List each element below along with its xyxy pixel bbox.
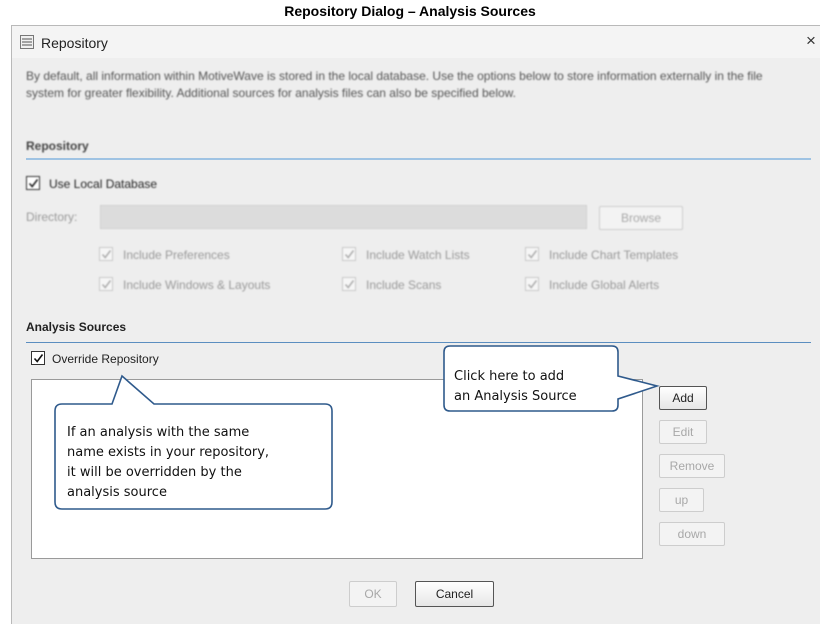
override-hint-line-4: analysis source: [67, 485, 167, 500]
override-hint-line-3: it will be overridden by the: [67, 465, 242, 480]
override-hint-line-2: name exists in your repository,: [67, 445, 270, 460]
repository-dialog: Repository × By default, all information…: [11, 25, 820, 624]
figure-caption: Repository Dialog – Analysis Sources: [284, 3, 536, 19]
add-hint-line-2: an Analysis Source: [454, 389, 577, 404]
override-hint-line-1: If an analysis with the same: [67, 425, 250, 440]
add-hint-line-1: Click here to add: [454, 369, 565, 384]
callout-shapes: [54, 345, 660, 510]
